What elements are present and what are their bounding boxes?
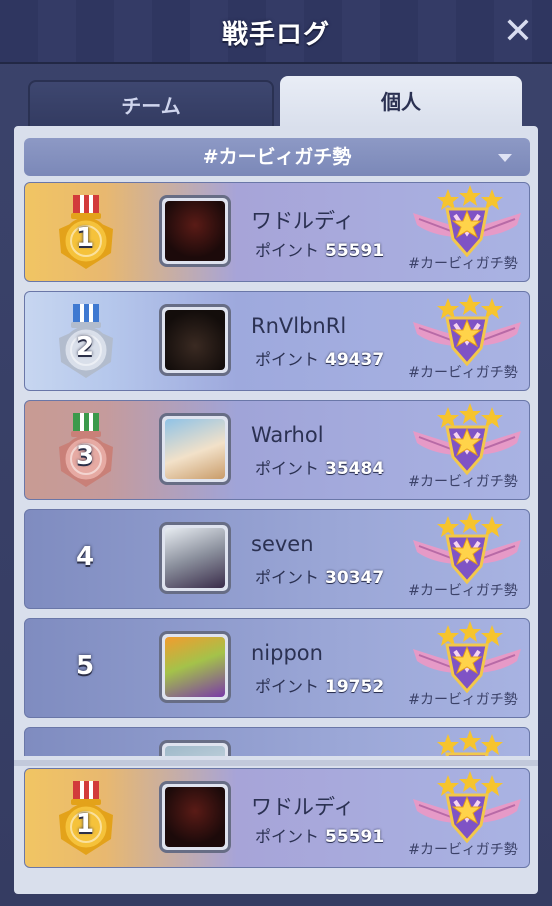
rank-number: 1 xyxy=(75,809,95,839)
rank-badge-icon xyxy=(411,294,523,367)
rank-number: 2 xyxy=(75,332,95,362)
tab-individual-label: 個人 xyxy=(381,90,421,114)
avatar[interactable] xyxy=(159,195,231,267)
avatar-image xyxy=(165,419,225,479)
player-name: ワドルディ xyxy=(251,209,355,233)
badge-label: #カービィガチ勢 xyxy=(408,692,518,708)
avatar-image xyxy=(165,528,225,588)
ranking-row[interactable]: 1 ワドルディポイント 55591 #カービィガチ勢 xyxy=(24,182,530,282)
ranking-row[interactable]: 5 nippon ポイント 19752 #カービィガチ勢 xyxy=(24,618,530,718)
rank-badge-icon xyxy=(411,403,523,476)
points: ポイント 35484 xyxy=(255,455,384,479)
rank-number: 1 xyxy=(75,223,95,253)
points: ポイント 19752 xyxy=(255,673,384,697)
rank-badge-icon xyxy=(411,621,523,694)
avatar-image xyxy=(165,787,225,847)
rank-number: 3 xyxy=(75,441,95,471)
ranking-row[interactable]: 2 RnVlbnRl ポイント 49437 #カービィガチ勢 xyxy=(24,291,530,391)
points: ポイント 55591 xyxy=(255,823,384,847)
points: ポイント 49437 xyxy=(255,346,384,370)
points-label: ポイント xyxy=(255,677,320,696)
points-value: 55591 xyxy=(325,241,385,261)
badge-label: #カービィガチ勢 xyxy=(408,842,518,858)
badge-label: #カービィガチ勢 xyxy=(408,365,518,381)
points: ポイント 55591 xyxy=(255,237,384,261)
avatar[interactable] xyxy=(159,631,231,703)
player-name: ワドルディ xyxy=(251,795,355,819)
badge-label: #カービィガチ勢 xyxy=(408,474,518,490)
chevron-down-icon xyxy=(498,154,512,162)
ranking-row[interactable]: 4 seven ポイント 30347 #カービィガチ勢 xyxy=(24,509,530,609)
avatar[interactable] xyxy=(159,522,231,594)
tab-team-label: チーム xyxy=(121,94,181,118)
player-name: Warhol xyxy=(251,423,324,447)
points-label: ポイント xyxy=(255,350,320,369)
avatar[interactable] xyxy=(159,304,231,376)
rank-badge-icon xyxy=(411,771,523,844)
dropdown-selected-value: #カービィガチ勢 xyxy=(202,146,352,168)
player-name: seven xyxy=(251,532,314,556)
page-title: 戦手ログ xyxy=(221,20,330,50)
tab-individual[interactable]: 個人 xyxy=(280,76,522,128)
rank-badge-icon xyxy=(411,730,523,756)
player-name: nippon xyxy=(251,641,323,665)
ranking-row[interactable] xyxy=(24,727,530,756)
header-bar: 戦手ログ ✕ xyxy=(0,0,552,64)
badge-label: #カービィガチ勢 xyxy=(408,583,518,599)
battle-log-panel: 戦手ログ ✕ チーム 個人 #カービィガチ勢 1 ワドルディ ポイント 55591 #… xyxy=(0,0,552,906)
avatar-image xyxy=(165,201,225,261)
ranking-list[interactable]: 1 ワドルディポイント 55591 #カービィガチ勢 2 RnVlbnRl ポイント 49… xyxy=(24,182,530,756)
ranking-row[interactable]: 3 Warhol ポイント 35484 #カービィガチ勢 xyxy=(24,400,530,500)
rank-badge-icon xyxy=(411,185,523,258)
badge-label: #カービィガチ勢 xyxy=(408,256,518,272)
close-icon[interactable]: ✕ xyxy=(498,12,538,52)
points-value: 35484 xyxy=(325,459,385,479)
avatar[interactable] xyxy=(159,413,231,485)
ranking-row[interactable]: 1 ワドルディポイント 55591 #カービィガチ勢 xyxy=(24,768,530,868)
divider xyxy=(14,760,538,766)
points-value: 19752 xyxy=(325,677,385,697)
tab-team[interactable]: チーム xyxy=(28,80,274,130)
group-filter-dropdown[interactable]: #カービィガチ勢 xyxy=(24,138,530,176)
points-label: ポイント xyxy=(255,459,320,478)
points-label: ポイント xyxy=(255,827,320,846)
points-value: 49437 xyxy=(325,350,385,370)
points-label: ポイント xyxy=(255,568,320,587)
points-label: ポイント xyxy=(255,241,320,260)
points-value: 55591 xyxy=(325,827,385,847)
rank-number: 5 xyxy=(75,651,95,681)
rank-number: 4 xyxy=(75,542,95,572)
avatar-image xyxy=(165,310,225,370)
avatar-image xyxy=(165,746,225,756)
avatar-image xyxy=(165,637,225,697)
points-value: 30347 xyxy=(325,568,385,588)
player-name: RnVlbnRl xyxy=(251,314,347,338)
avatar[interactable] xyxy=(159,781,231,853)
rank-badge-icon xyxy=(411,512,523,585)
avatar[interactable] xyxy=(159,740,231,756)
my-ranking-row: 1 ワドルディポイント 55591 #カービィガチ勢 xyxy=(24,768,530,868)
points: ポイント 30347 xyxy=(255,564,384,588)
